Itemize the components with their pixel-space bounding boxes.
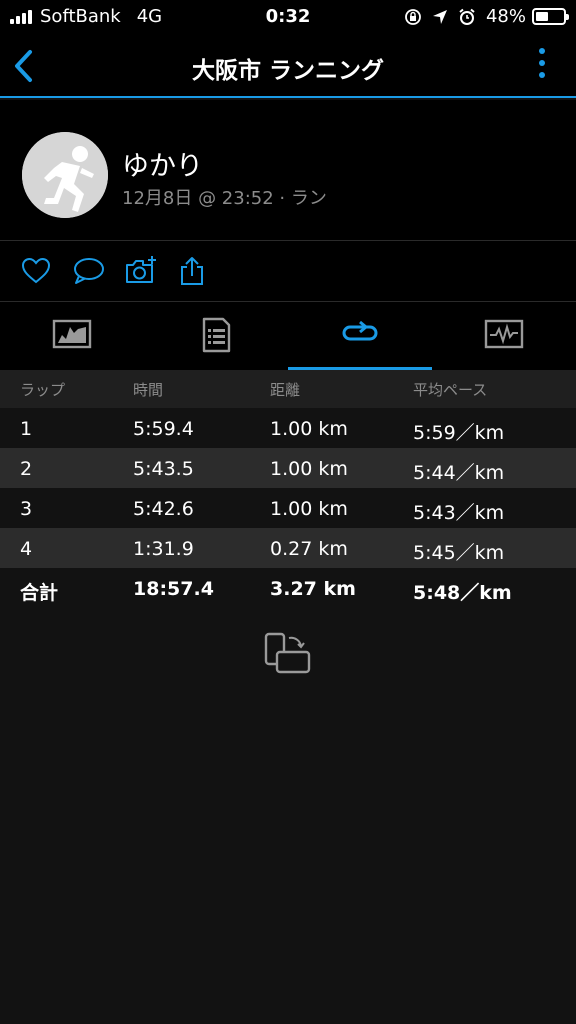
battery-level [536,12,548,21]
table-row: 1 5:59.4 1.00 km 5:59／km [0,408,576,448]
tab-stats-chart[interactable] [0,302,144,370]
header-lap: ラップ [20,381,66,399]
lap-pace: 5:43／km [413,502,505,524]
tab-details[interactable] [144,302,288,370]
table-total-row: 合計 18:57.4 3.27 km 5:48／km [0,568,576,608]
header-time: 時間 [133,381,164,399]
lap-pace: 5:45／km [413,542,505,564]
total-distance: 3.27 km [270,578,356,600]
status-bar: SoftBank 4G 0:32 48% [0,0,576,34]
table-header: ラップ 時間 距離 平均ペース [0,370,576,408]
document-list-icon [202,317,231,353]
lap-distance: 1.00 km [270,418,348,440]
runner-icon [22,132,108,218]
chart-icon [52,319,92,349]
total-label: 合計 [20,582,59,604]
action-bar [0,241,576,301]
alarm-icon [459,8,475,25]
activity-graph-icon [484,319,524,349]
page-title: 大阪市 ランニング [191,58,384,84]
orientation-lock-icon [405,8,421,25]
table-row: 3 5:42.6 1.00 km 5:43／km [0,488,576,528]
lap-number: 3 [20,498,33,520]
lap-table: ラップ 時間 距離 平均ペース 1 5:59.4 1.00 km 5:59／km… [0,370,576,608]
total-time: 18:57.4 [133,578,214,600]
status-right: 48% [404,6,569,27]
avatar[interactable] [22,132,108,218]
lap-distance: 1.00 km [270,458,348,480]
lap-pace: 5:44／km [413,462,505,484]
header-distance: 距離 [270,381,301,399]
lap-distance: 1.00 km [270,498,348,520]
tab-bar [0,302,576,370]
comment-icon [74,258,104,284]
share-icon [181,257,203,285]
rotate-screen-icon [264,632,311,674]
add-photo-button[interactable] [124,255,156,287]
lap-time: 5:43.5 [133,458,194,480]
lap-number: 1 [20,418,33,440]
camera-add-icon [126,256,156,283]
lap-pace: 5:59／km [413,422,505,444]
total-pace: 5:48／km [413,582,512,604]
more-options-button[interactable] [538,48,546,84]
rotate-screen-button[interactable] [263,632,313,676]
battery-icon [532,8,569,25]
activity-meta: 12月8日 @ 23:52 · ラン [122,188,327,209]
table-row: 4 1:31.9 0.27 km 5:45／km [0,528,576,568]
tab-graphs[interactable] [432,302,576,370]
heart-icon [21,257,51,284]
user-name[interactable]: ゆかり [122,144,203,183]
battery-percent: 48% [485,6,526,27]
lap-distance: 0.27 km [270,538,348,560]
share-button[interactable] [176,255,208,287]
header-pace: 平均ペース [413,381,488,399]
activity-header: ゆかり 12月8日 @ 23:52 · ラン [0,100,576,240]
lap-time: 5:42.6 [133,498,194,520]
more-vertical-icon [539,48,545,54]
comment-button[interactable] [72,255,104,287]
lap-time: 5:59.4 [133,418,194,440]
table-row: 2 5:43.5 1.00 km 5:44／km [0,448,576,488]
lap-time: 1:31.9 [133,538,194,560]
nav-bar: 大阪市 ランニング [0,34,576,98]
lap-number: 2 [20,458,33,480]
location-icon [432,9,447,24]
lap-number: 4 [20,538,33,560]
like-button[interactable] [20,255,52,287]
laps-loop-icon [342,320,378,341]
tab-laps[interactable] [288,302,432,370]
